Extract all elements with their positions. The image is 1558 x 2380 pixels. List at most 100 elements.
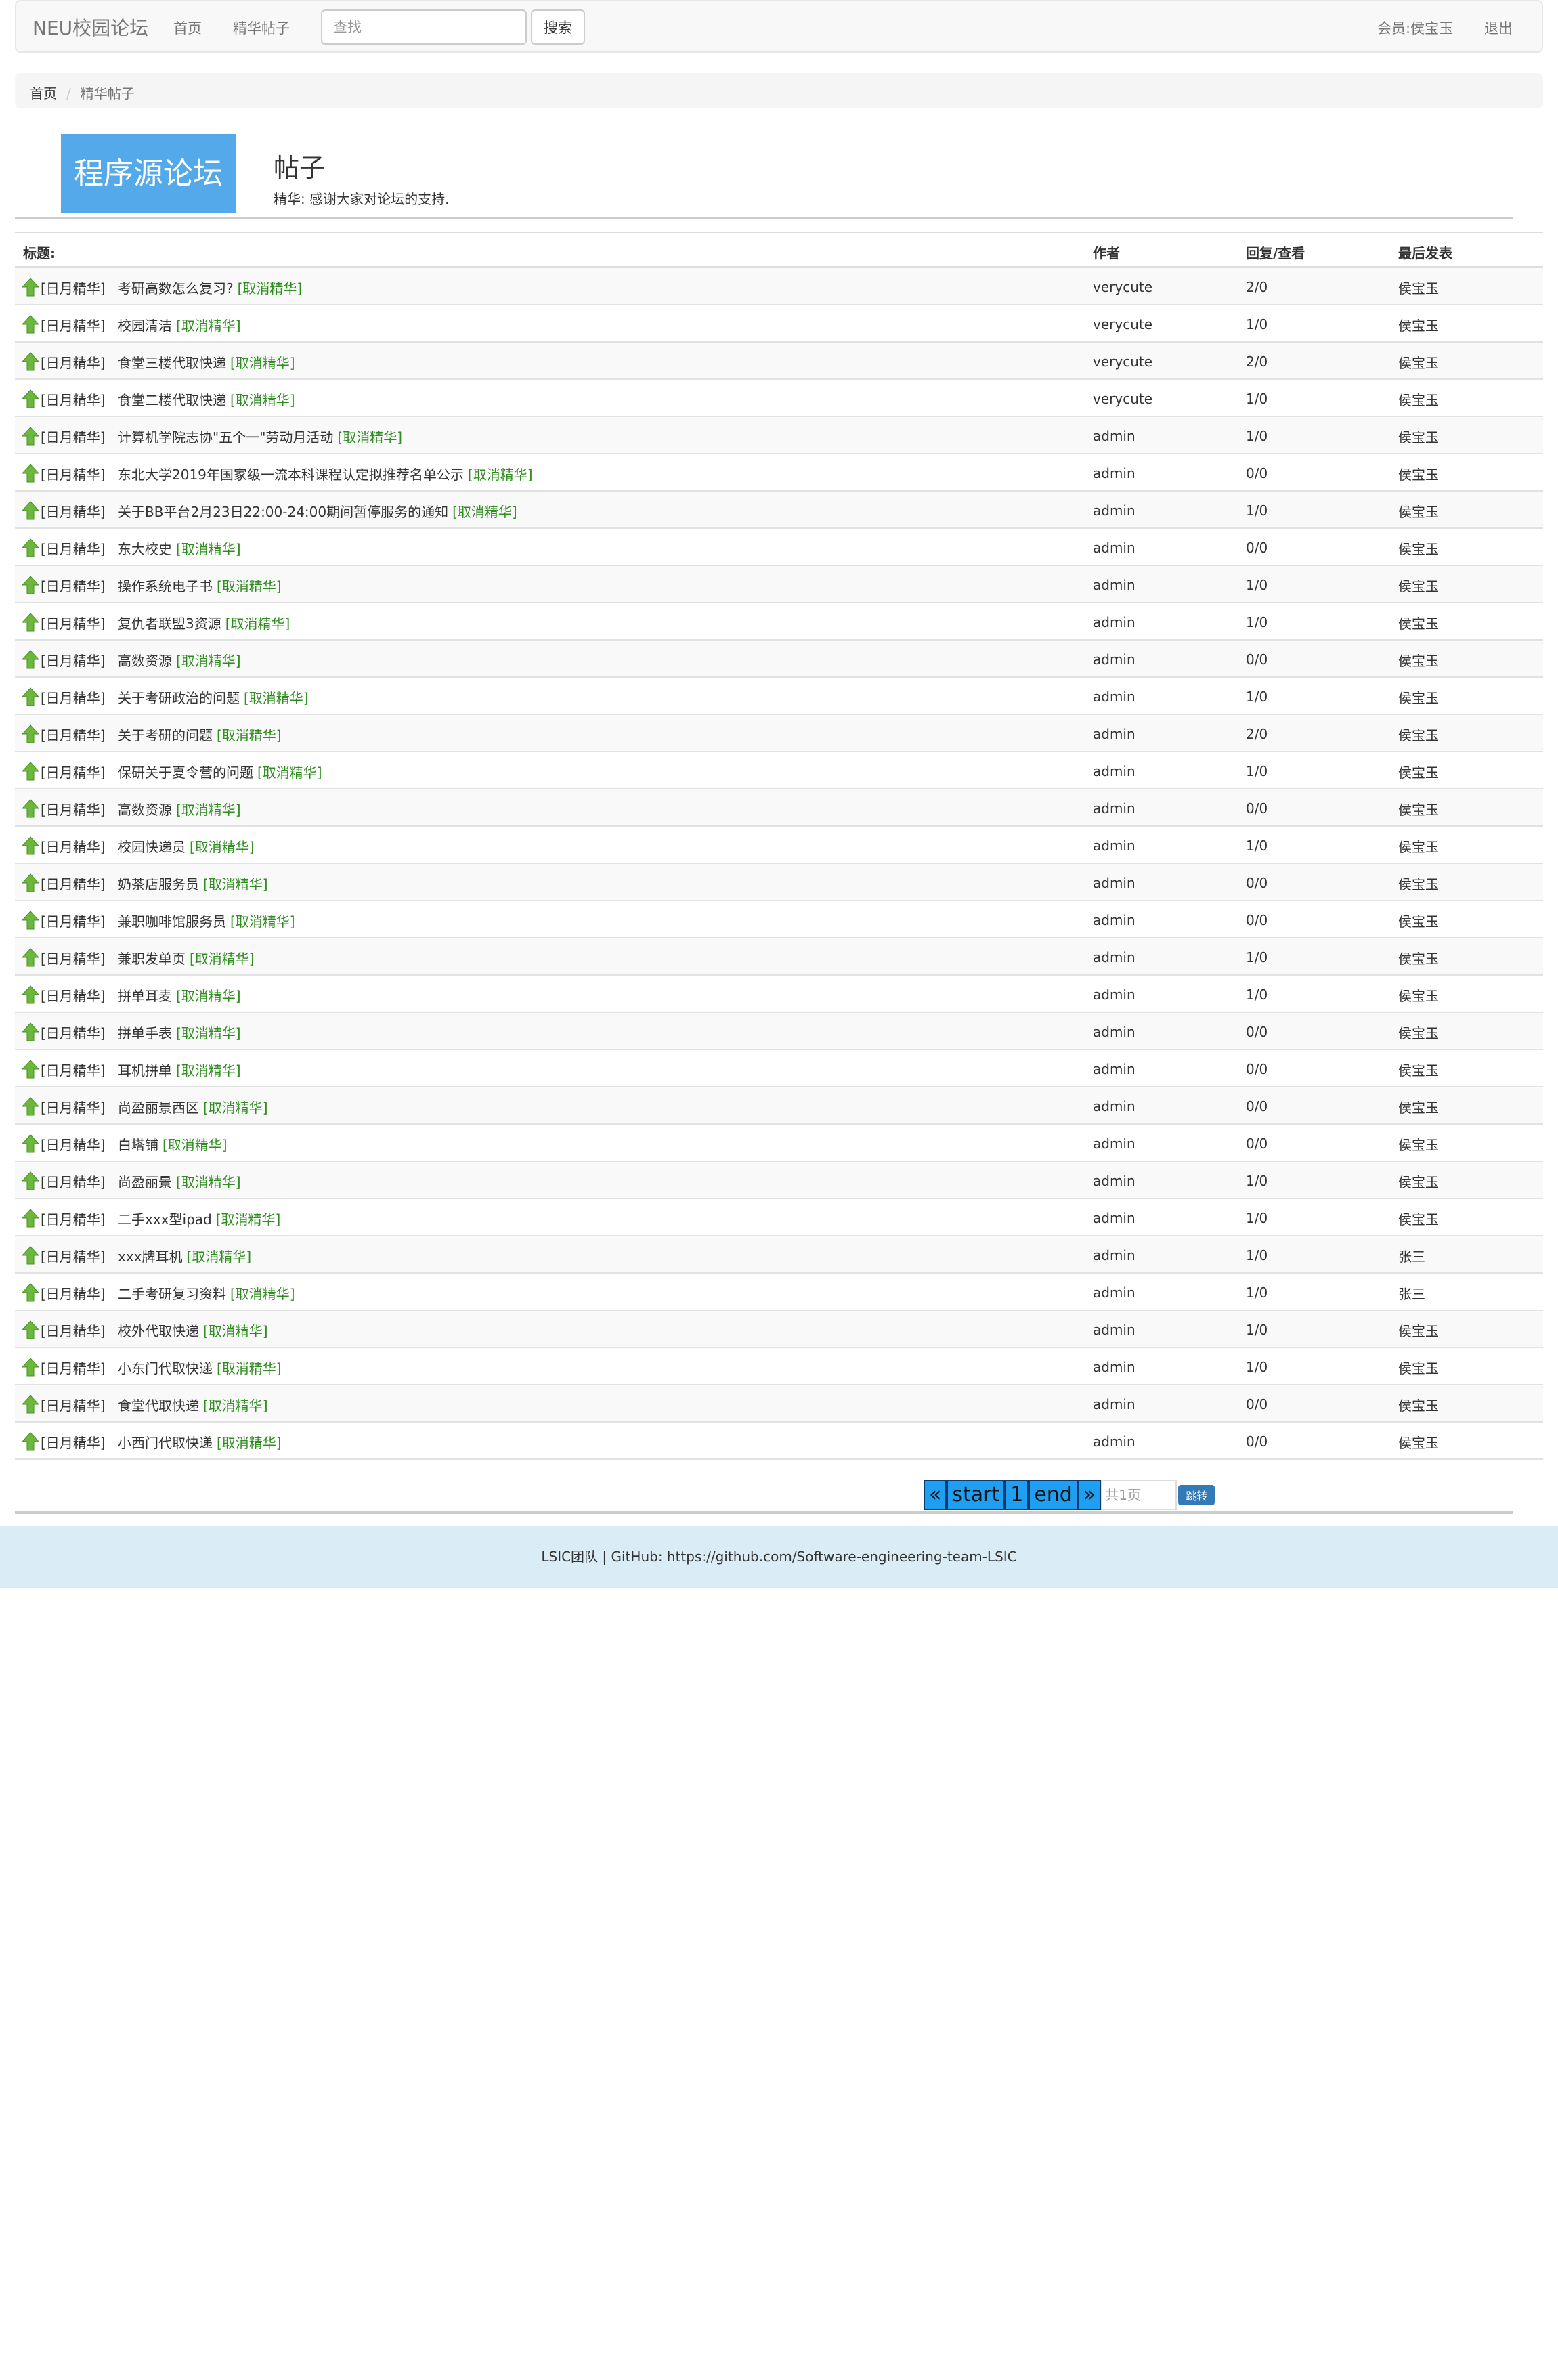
post-title-link[interactable]: 小西门代取快递 — [118, 1435, 213, 1451]
post-title-link[interactable]: 兼职发单页 — [118, 951, 186, 967]
post-title-link[interactable]: 考研高数怎么复习? — [118, 280, 234, 297]
cancel-featured-link[interactable]: [取消精华] — [230, 1286, 295, 1302]
table-row: [日月精华] 东北大学2019年国家级一流本科课程认定拟推荐名单公示 [取消精华]… — [15, 454, 1543, 492]
page-jump-input[interactable] — [1101, 1480, 1177, 1510]
post-title-link[interactable]: 尚盈丽景西区 — [118, 1100, 199, 1116]
cancel-featured-link[interactable]: [取消精华] — [217, 1435, 282, 1451]
post-title-link[interactable]: 东大校史 — [118, 541, 172, 557]
post-title-link[interactable]: 拼单手表 — [118, 1025, 172, 1041]
post-author: admin — [1093, 689, 1135, 705]
cancel-featured-link[interactable]: [取消精华] — [187, 1249, 252, 1265]
jump-button[interactable]: 跳转 — [1178, 1485, 1215, 1505]
cancel-featured-link[interactable]: [取消精华] — [176, 318, 241, 334]
cancel-featured-link[interactable]: [取消精华] — [203, 876, 268, 892]
top-arrow-icon — [22, 1358, 39, 1377]
post-title-link[interactable]: 拼单耳麦 — [118, 988, 172, 1004]
post-title-cell: 计算机学院志协"五个一"劳动月活动 [取消精华] — [118, 427, 402, 446]
post-title-link[interactable]: 小东门代取快递 — [118, 1360, 213, 1377]
post-title-link[interactable]: 高数资源 — [118, 802, 172, 818]
table-row: [日月精华] 拼单手表 [取消精华] admin 0/0 侯宝玉 — [15, 1013, 1543, 1050]
cancel-featured-link[interactable]: [取消精华] — [176, 988, 241, 1004]
top-arrow-icon — [22, 464, 39, 483]
cancel-featured-link[interactable]: [取消精华] — [468, 467, 533, 483]
featured-tag: [日月精华] — [41, 951, 106, 967]
end-page-button[interactable]: end — [1029, 1480, 1078, 1510]
post-title-link[interactable]: 奶茶店服务员 — [118, 876, 199, 892]
nav-featured-link[interactable]: 精华帖子 — [233, 18, 290, 38]
cancel-featured-link[interactable]: [取消精华] — [190, 839, 255, 855]
search-input[interactable] — [321, 9, 527, 45]
post-title-link[interactable]: 食堂二楼代取快递 — [118, 392, 226, 408]
post-title-link[interactable]: 复仇者联盟3资源 — [118, 615, 221, 632]
cancel-featured-link[interactable]: [取消精华] — [230, 392, 295, 408]
cancel-featured-link[interactable]: [取消精华] — [337, 429, 402, 446]
post-title-link[interactable]: 二手xxx型ipad — [118, 1211, 212, 1228]
next-page-button[interactable]: » — [1077, 1480, 1102, 1510]
start-page-button[interactable]: start — [947, 1480, 1005, 1510]
cancel-featured-link[interactable]: [取消精华] — [238, 280, 303, 297]
cancel-featured-link[interactable]: [取消精华] — [452, 504, 517, 520]
post-title-link[interactable]: 高数资源 — [118, 653, 172, 669]
brand-link[interactable]: NEU校园论坛 — [33, 14, 148, 41]
post-title-cell: 东北大学2019年国家级一流本科课程认定拟推荐名单公示 [取消精华] — [118, 464, 533, 483]
cancel-featured-link[interactable]: [取消精华] — [176, 1062, 241, 1079]
post-title-link[interactable]: 关于BB平台2月23日22:00-24:00期间暂停服务的通知 — [118, 504, 448, 520]
cancel-featured-link[interactable]: [取消精华] — [230, 913, 295, 930]
post-author: admin — [1093, 1098, 1135, 1115]
top-arrow-icon — [22, 576, 39, 594]
page-title: 帖子 — [274, 153, 326, 183]
post-title-link[interactable]: 食堂三楼代取快递 — [118, 355, 226, 371]
post-title-link[interactable]: 关于考研政治的问题 — [118, 690, 240, 706]
nav-home-link[interactable]: 首页 — [173, 18, 202, 38]
top-arrow-icon — [22, 724, 39, 743]
post-title-link[interactable]: 二手考研复习资料 — [118, 1286, 226, 1302]
post-title-link[interactable]: 兼职咖啡馆服务员 — [118, 913, 226, 930]
post-title-link[interactable]: 耳机拼单 — [118, 1062, 172, 1079]
cancel-featured-link[interactable]: [取消精华] — [176, 541, 241, 557]
post-title-link[interactable]: 食堂代取快递 — [118, 1398, 199, 1414]
cancel-featured-link[interactable]: [取消精华] — [230, 355, 295, 371]
cancel-featured-link[interactable]: [取消精华] — [176, 1025, 241, 1041]
post-title-link[interactable]: 计算机学院志协"五个一"劳动月活动 — [118, 429, 333, 446]
cancel-featured-link[interactable]: [取消精华] — [203, 1398, 268, 1414]
post-author: admin — [1093, 1396, 1135, 1412]
cancel-featured-link[interactable]: [取消精华] — [176, 1174, 241, 1190]
post-title-link[interactable]: 白塔铺 — [118, 1137, 158, 1153]
post-title-link[interactable]: 校园快递员 — [118, 839, 186, 855]
post-last-poster: 侯宝玉 — [1398, 1025, 1439, 1041]
cancel-featured-link[interactable]: [取消精华] — [203, 1100, 268, 1116]
cancel-featured-link[interactable]: [取消精华] — [203, 1323, 268, 1339]
post-last-poster: 侯宝玉 — [1398, 504, 1439, 520]
post-title-link[interactable]: 关于考研的问题 — [118, 727, 213, 743]
forum-logo: 程序源论坛 — [61, 134, 236, 213]
cancel-featured-link[interactable]: [取消精华] — [176, 653, 241, 669]
prev-page-button[interactable]: « — [924, 1480, 947, 1510]
cancel-featured-link[interactable]: [取消精华] — [163, 1137, 228, 1153]
post-last-poster: 侯宝玉 — [1398, 1323, 1439, 1339]
cancel-featured-link[interactable]: [取消精华] — [176, 802, 241, 818]
logout-link[interactable]: 退出 — [1484, 18, 1513, 38]
featured-tag: [日月精华] — [41, 467, 106, 483]
post-title-link[interactable]: 校外代取快递 — [118, 1323, 199, 1339]
member-link[interactable]: 会员:侯宝玉 — [1377, 18, 1453, 38]
post-last-poster: 侯宝玉 — [1398, 1398, 1439, 1414]
post-reply-count: 0/0 — [1246, 1024, 1268, 1040]
post-title-link[interactable]: 东北大学2019年国家级一流本科课程认定拟推荐名单公示 — [118, 467, 464, 483]
post-title-link[interactable]: 尚盈丽景 — [118, 1174, 172, 1190]
cancel-featured-link[interactable]: [取消精华] — [244, 690, 309, 706]
post-last-poster: 侯宝玉 — [1398, 578, 1439, 594]
cancel-featured-link[interactable]: [取消精华] — [217, 1360, 282, 1377]
breadcrumb-home[interactable]: 首页 — [30, 85, 57, 102]
search-button[interactable]: 搜索 — [531, 9, 585, 45]
cancel-featured-link[interactable]: [取消精华] — [190, 951, 255, 967]
cancel-featured-link[interactable]: [取消精华] — [217, 578, 282, 594]
page-1-button[interactable]: 1 — [1005, 1480, 1029, 1510]
post-title-link[interactable]: xxx牌耳机 — [118, 1249, 183, 1265]
cancel-featured-link[interactable]: [取消精华] — [217, 727, 282, 743]
cancel-featured-link[interactable]: [取消精华] — [257, 764, 322, 781]
post-title-link[interactable]: 校园清洁 — [118, 318, 172, 334]
post-title-link[interactable]: 操作系统电子书 — [118, 578, 213, 594]
post-title-link[interactable]: 保研关于夏令营的问题 — [118, 764, 253, 781]
cancel-featured-link[interactable]: [取消精华] — [225, 615, 290, 632]
cancel-featured-link[interactable]: [取消精华] — [216, 1211, 281, 1228]
